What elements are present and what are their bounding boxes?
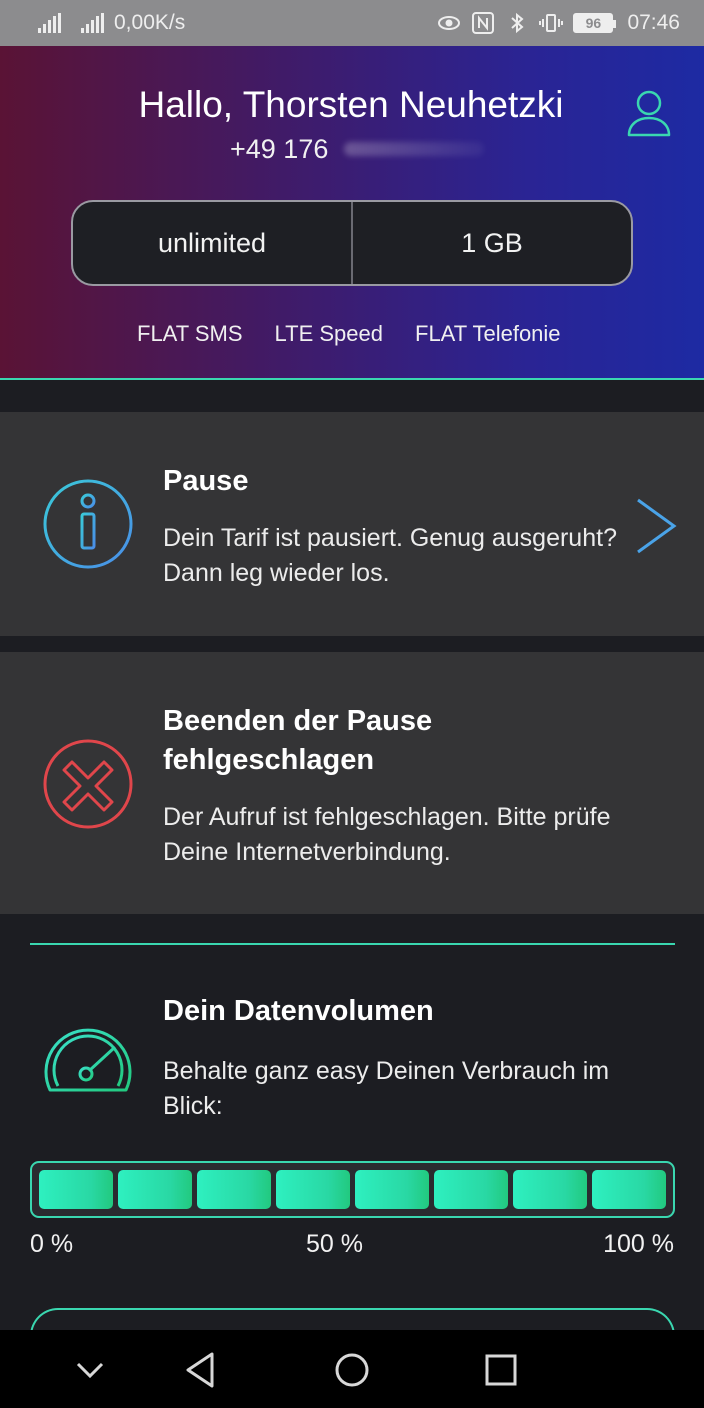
data-volume-text: Behalte ganz easy Deinen Verbrauch im Bl… <box>163 1057 610 1120</box>
data-volume-segment <box>592 1170 666 1209</box>
account-header: Hallo, Thorsten Neuhetzki +49 176 unlimi… <box>0 46 704 380</box>
nfc-icon <box>472 12 495 34</box>
data-volume-segment <box>276 1170 350 1209</box>
data-volume-bar <box>30 1161 675 1218</box>
plan-sms: unlimited <box>157 227 267 258</box>
data-volume-segment <box>197 1170 271 1209</box>
scale-label-50: 50 % <box>306 1230 363 1258</box>
pause-title: Pause <box>163 465 249 497</box>
network-speed: 0,00K/s <box>114 11 186 34</box>
info-icon <box>43 479 133 569</box>
section-divider <box>30 943 675 945</box>
pause-text: Dein Tarif ist pausiert. Genug ausgeruht… <box>163 524 617 587</box>
signal-icon-2 <box>81 13 104 33</box>
chevron-down-icon[interactable] <box>70 1350 110 1390</box>
status-bar: 0,00K/s 96 07:46 <box>0 0 704 46</box>
chevron-right-icon[interactable] <box>634 496 678 556</box>
feature-sms: FLAT SMS <box>137 321 243 346</box>
scale-label-100: 100 % <box>603 1230 674 1258</box>
speedometer-icon <box>44 1028 132 1092</box>
battery-icon: 96 <box>573 13 617 33</box>
plan-features: FLAT SMS LTE Speed FLAT Telefonie <box>137 321 561 347</box>
data-volume-title: Dein Datenvolumen <box>163 995 434 1027</box>
plan-summary: unlimited 1 GB <box>71 200 633 286</box>
home-icon[interactable] <box>332 1350 372 1390</box>
back-icon[interactable] <box>182 1350 222 1390</box>
pause-card[interactable]: Pause Dein Tarif ist pausiert. Genug aus… <box>0 412 704 636</box>
feature-lte: LTE Speed <box>274 321 383 346</box>
system-nav-bar <box>0 1330 704 1408</box>
greeting: Hallo, Thorsten Neuhetzki <box>138 84 564 125</box>
data-volume-segment <box>355 1170 429 1209</box>
signal-icon <box>38 13 61 33</box>
recents-icon[interactable] <box>481 1350 521 1390</box>
bluetooth-icon <box>511 12 524 34</box>
vibrate-icon <box>539 14 564 32</box>
plan-data: 1 GB <box>351 202 631 284</box>
scale-label-0: 0 % <box>30 1230 74 1258</box>
feature-telefonie: FLAT Telefonie <box>415 321 561 346</box>
data-volume-segment <box>118 1170 192 1209</box>
data-volume-segment <box>39 1170 113 1209</box>
data-volume-segment <box>434 1170 508 1209</box>
eye-icon <box>438 16 461 30</box>
error-text: Der Aufruf ist fehlgeschlagen. Bitte prü… <box>163 803 611 866</box>
data-volume-segment <box>513 1170 587 1209</box>
header-divider <box>0 378 704 380</box>
clock: 07:46 <box>627 11 680 34</box>
error-title: Beenden der Pause fehlgeschlagen <box>163 705 433 776</box>
error-card: Beenden der Pause fehlgeschlagen Der Auf… <box>0 652 704 914</box>
phone-number: +49 176 <box>230 134 329 164</box>
error-x-icon <box>43 739 133 829</box>
profile-icon[interactable] <box>625 88 673 140</box>
phone-number-redacted <box>344 142 484 156</box>
